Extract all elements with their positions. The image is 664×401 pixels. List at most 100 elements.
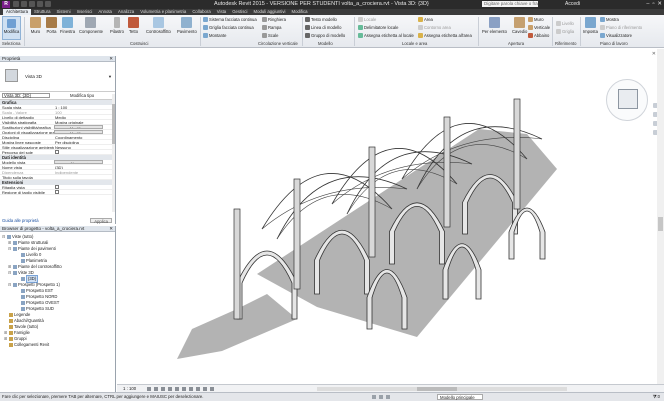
view-scale[interactable]: 1 : 100 bbox=[123, 385, 136, 392]
tree-toggle-icon[interactable]: ⊟ bbox=[8, 282, 12, 288]
property-value[interactable]: Indipendente bbox=[54, 170, 115, 174]
property-value[interactable]: Nessuno bbox=[54, 145, 115, 149]
sign-in-button[interactable]: Accedi bbox=[565, 1, 580, 7]
tree-item[interactable]: Collegamenti Revit bbox=[0, 342, 115, 348]
lock-view-icon[interactable] bbox=[196, 387, 200, 391]
window-button[interactable]: Finestra bbox=[60, 17, 75, 34]
ceiling-button[interactable]: Controsoffitto bbox=[146, 17, 171, 34]
property-checkbox[interactable] bbox=[55, 150, 59, 154]
tree-toggle-icon[interactable]: ⊞ bbox=[4, 336, 8, 342]
railing-button[interactable]: Ringhiera bbox=[262, 17, 286, 22]
wall-button[interactable]: Muro bbox=[30, 17, 41, 34]
property-value[interactable]: Coordinamento bbox=[54, 135, 115, 139]
property-checkbox[interactable] bbox=[55, 190, 59, 194]
column-button[interactable]: Pilastro bbox=[110, 17, 124, 34]
property-value[interactable]: 1 : 100 bbox=[54, 105, 115, 109]
model-line-button[interactable]: Linea di modello bbox=[305, 25, 342, 30]
property-value[interactable] bbox=[54, 175, 115, 179]
save-icon[interactable] bbox=[21, 1, 27, 7]
property-value[interactable] bbox=[54, 190, 115, 194]
scrollbar-thumb[interactable] bbox=[112, 104, 115, 144]
floor-button[interactable]: Pavimento bbox=[177, 17, 197, 34]
visual-style-icon[interactable] bbox=[154, 387, 158, 391]
shadows-icon[interactable] bbox=[168, 387, 172, 391]
area-button[interactable]: Area bbox=[418, 17, 433, 22]
selection-filter[interactable]: ⧩:0 bbox=[653, 393, 660, 401]
properties-help-link[interactable]: Guida alle proprietà bbox=[2, 218, 39, 223]
crop-view-icon[interactable] bbox=[182, 387, 186, 391]
property-value[interactable]: Medio bbox=[54, 115, 115, 119]
viewport-vertical-scrollbar[interactable] bbox=[657, 49, 664, 384]
property-edit-button[interactable]: Modifica... bbox=[54, 130, 103, 134]
property-edit-button[interactable]: Modifica... bbox=[54, 125, 103, 129]
viewport-horizontal-scrollbar[interactable] bbox=[317, 387, 567, 391]
design-options-icon[interactable] bbox=[379, 395, 383, 399]
roof-button[interactable]: Tetto bbox=[128, 17, 139, 34]
property-value[interactable]: Per disciplina bbox=[54, 140, 115, 144]
component-button[interactable]: Componente bbox=[79, 17, 103, 34]
curtain-system-button[interactable]: Sistema facciata continua bbox=[203, 17, 257, 22]
model-text-button[interactable]: Testo modello bbox=[305, 17, 337, 22]
room-separator-button[interactable]: Delimitatore locale bbox=[358, 25, 398, 30]
type-selector[interactable]: Vista 3D ▼ bbox=[0, 62, 115, 92]
property-value[interactable] bbox=[54, 150, 115, 154]
show-crop-icon[interactable] bbox=[189, 387, 193, 391]
panel-label-seleziona[interactable]: Seleziona bbox=[2, 41, 20, 46]
print-icon[interactable] bbox=[45, 1, 51, 7]
sun-path-icon[interactable] bbox=[161, 387, 165, 391]
viewer-button[interactable]: Visualizzatore bbox=[600, 33, 632, 38]
modify-button[interactable]: Modifica bbox=[2, 16, 21, 40]
property-value[interactable]: Mostra originale bbox=[54, 120, 115, 124]
minimize-button[interactable]: – bbox=[646, 1, 649, 7]
grid-button[interactable]: Griglia bbox=[556, 29, 574, 34]
property-checkbox[interactable] bbox=[55, 185, 59, 189]
revit-app-icon[interactable]: R bbox=[2, 1, 10, 8]
worksets-icon[interactable] bbox=[372, 395, 376, 399]
editable-only-icon[interactable] bbox=[386, 395, 390, 399]
hide-isolate-icon[interactable] bbox=[203, 387, 207, 391]
search-input[interactable]: Digitare parola chiave o frase bbox=[482, 1, 538, 7]
scrollbar-thumb[interactable] bbox=[417, 387, 457, 391]
door-button[interactable]: Porta bbox=[46, 17, 57, 34]
reveal-hidden-icon[interactable] bbox=[210, 387, 214, 391]
chevron-down-icon[interactable]: ▼ bbox=[108, 74, 112, 79]
tree-toggle-icon[interactable]: ⊟ bbox=[8, 246, 12, 252]
stairs-button[interactable]: Scale bbox=[262, 33, 278, 38]
property-value[interactable] bbox=[54, 185, 115, 189]
vertical-opening-button[interactable]: Verticale bbox=[528, 25, 550, 30]
shaft-button[interactable]: Cavedio bbox=[512, 17, 527, 34]
main-model-select[interactable]: Modello principale bbox=[437, 394, 483, 400]
ramp-button[interactable]: Rampa bbox=[262, 25, 282, 30]
3d-viewport[interactable]: ✕ bbox=[117, 49, 658, 384]
mullion-button[interactable]: Montante bbox=[203, 33, 226, 38]
by-face-button[interactable]: Per elemento bbox=[482, 17, 507, 34]
dormer-button[interactable]: Abbaino bbox=[528, 33, 549, 38]
area-boundary-button[interactable]: Contorno area bbox=[418, 25, 451, 30]
property-value[interactable]: {3D} bbox=[54, 165, 115, 169]
detail-level-icon[interactable] bbox=[147, 387, 151, 391]
wall-opening-button[interactable]: Muro bbox=[528, 17, 544, 22]
viewcube-box[interactable] bbox=[618, 89, 638, 109]
apply-button[interactable]: Applica bbox=[90, 218, 112, 224]
vault-model-drawing[interactable] bbox=[117, 49, 658, 384]
open-icon[interactable] bbox=[13, 1, 19, 7]
close-button[interactable]: ✕ bbox=[657, 1, 662, 7]
maximize-button[interactable]: ▫ bbox=[652, 1, 654, 7]
level-button[interactable]: Livello bbox=[556, 21, 574, 26]
undo-icon[interactable] bbox=[29, 1, 35, 7]
viewcube[interactable] bbox=[606, 79, 648, 121]
property-edit-button[interactable]: <Nessuno> bbox=[54, 160, 103, 164]
close-icon[interactable]: ✕ bbox=[652, 51, 656, 57]
view-instance-select[interactable]: Vista 3D: {3D} bbox=[2, 93, 50, 99]
redo-icon[interactable] bbox=[37, 1, 43, 7]
ref-plane-button[interactable]: Piano di riferimento bbox=[600, 25, 642, 30]
render-icon[interactable] bbox=[175, 387, 179, 391]
show-workplane-button[interactable]: Mostra bbox=[600, 17, 619, 22]
close-icon[interactable]: ✕ bbox=[109, 226, 113, 232]
set-workplane-button[interactable]: Imposta bbox=[583, 17, 598, 34]
property-value[interactable]: 100 bbox=[54, 110, 115, 114]
edit-type-button[interactable]: Modifica tipo bbox=[70, 92, 94, 100]
curtain-grid-button[interactable]: Griglia facciata continua bbox=[203, 25, 254, 30]
room-button[interactable]: Locale bbox=[358, 17, 376, 22]
scrollbar-thumb[interactable] bbox=[658, 217, 663, 231]
